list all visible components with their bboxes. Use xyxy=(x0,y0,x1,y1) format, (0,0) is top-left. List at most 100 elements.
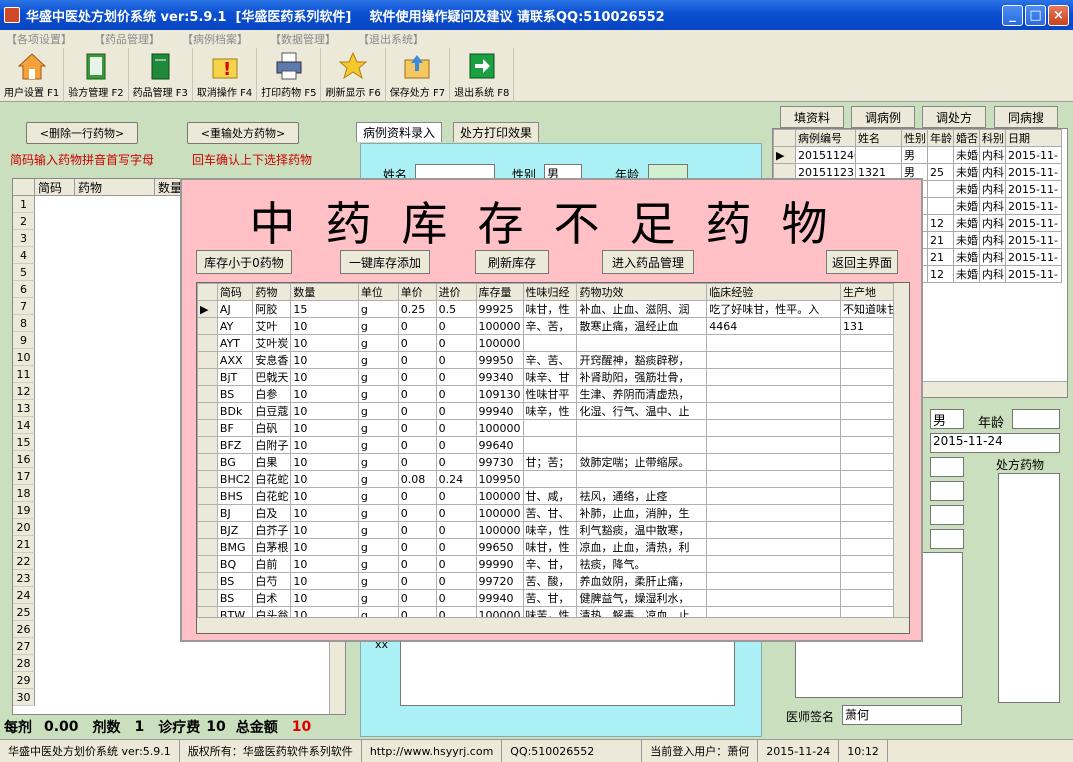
stock-row[interactable]: BFZ 白附子 10 g 0 0 99640 xyxy=(197,436,909,454)
row-number: 5 xyxy=(13,264,35,281)
right-field-1[interactable] xyxy=(930,457,964,477)
stock-cell xyxy=(706,521,842,539)
stock-cell: 0 xyxy=(435,334,477,352)
print-drugs-button[interactable]: 打印药物 F5 xyxy=(257,48,322,102)
stock-row[interactable]: AXX 安息香 10 g 0 0 99950 辛、苦、 开窍醒神，豁痰辟秽， xyxy=(197,351,909,369)
stock-cell: 10 xyxy=(290,487,359,505)
right-field-3[interactable] xyxy=(930,505,964,525)
doctor-sign-input[interactable]: 萧何 xyxy=(842,705,962,725)
case-col-header: 日期 xyxy=(1005,129,1062,147)
stock-cell: AY xyxy=(216,317,254,335)
stock-below-zero-button[interactable]: 库存小于0药物 xyxy=(196,250,292,274)
stock-cell: 0 xyxy=(397,368,437,386)
menu-data[interactable]: 【数据管理】 xyxy=(270,31,336,47)
right-age-field[interactable] xyxy=(1012,409,1060,429)
menu-cases[interactable]: 【病例档案】 xyxy=(182,31,248,47)
prescription-manage-button[interactable]: 验方管理 F2 xyxy=(64,48,129,102)
book-icon xyxy=(81,51,111,81)
right-field-2[interactable] xyxy=(930,481,964,501)
stock-row[interactable]: BQ 白前 10 g 0 0 99990 辛、甘， 祛痰，降气。 xyxy=(197,555,909,573)
low-stock-grid[interactable]: 简码 药物 数量 单位 单价 进价 库存量 性味归经 药物功效 临床经验 生产地 ▶ AJ 阿胶 15 g 0… xyxy=(196,282,910,634)
stock-cell: BjT xyxy=(216,368,254,386)
stock-row[interactable]: AY 艾叶 10 g 0 0 100000 辛、苦， 散寒止痛，温经止血 4464 131 xyxy=(197,317,909,335)
stock-row[interactable]: AYT 艾叶炭 10 g 0 0 100000 xyxy=(197,334,909,352)
stock-cell: 15 xyxy=(290,300,359,318)
stock-cell: 0 xyxy=(435,368,477,386)
refresh-stock-button[interactable]: 刷新库存 xyxy=(475,250,549,274)
stock-cell: 0 xyxy=(397,402,437,420)
open-drug-manage-button[interactable]: 进入药品管理 xyxy=(602,250,694,274)
stock-col-header: 库存量 xyxy=(475,283,524,301)
toolbar: 用户设置 F1 验方管理 F2 药品管理 F3 ! 取消操作 F4 打印药物 F… xyxy=(0,48,1073,102)
stock-row[interactable]: BJ 白及 10 g 0 0 100000 苦、甘、 补肺，止血，消肿，生 xyxy=(197,504,909,522)
load-case-button[interactable]: 调病例 xyxy=(851,106,915,128)
menu-drugs[interactable]: 【药品管理】 xyxy=(94,31,160,47)
stock-cell: 0 xyxy=(435,436,477,454)
stock-row[interactable]: BS 白芍 10 g 0 0 99720 苦、酸， 养血敛阴，柔肝止痛， xyxy=(197,572,909,590)
user-settings-button[interactable]: 用户设置 F1 xyxy=(0,48,65,102)
stock-cell xyxy=(576,470,708,488)
case-cell: 2015-11- xyxy=(1005,248,1062,266)
stock-row[interactable]: ▶ AJ 阿胶 15 g 0.25 0.5 99925 味甘，性 补血、止血、滋阴、润 吃了好味甘，… xyxy=(197,300,909,318)
right-field-4[interactable] xyxy=(930,529,964,549)
one-click-add-stock-button[interactable]: 一键库存添加 xyxy=(340,250,430,274)
close-button[interactable]: × xyxy=(1048,4,1069,26)
stock-cell: BG xyxy=(216,453,254,471)
stock-row[interactable]: BMG 白茅根 10 g 0 0 99650 味甘，性 凉血，止血，清热，利 xyxy=(197,538,909,556)
case-cell: 未婚 xyxy=(953,231,980,249)
refresh-display-button[interactable]: 刷新显示 F6 xyxy=(321,48,386,102)
tab-case-entry[interactable]: 病例资料录入 xyxy=(356,122,443,142)
menu-settings[interactable]: 【各项设置】 xyxy=(6,31,72,47)
menu-exit[interactable]: 【退出系统】 xyxy=(358,31,424,47)
drug-manage-button[interactable]: 药品管理 F3 xyxy=(129,48,193,102)
stock-cell: 100000 xyxy=(475,521,524,539)
total-value: 10 xyxy=(291,719,312,735)
save-prescription-button[interactable]: 保存处方 F7 xyxy=(386,48,451,102)
minimize-button[interactable]: _ xyxy=(1002,4,1023,26)
stock-row[interactable]: BDk 白豆蔻 10 g 0 0 99940 味辛，性 化湿、行气、温中、止 xyxy=(197,402,909,420)
stock-cell: 10 xyxy=(290,470,359,488)
low-stock-dialog: 中药库存不足药物 库存小于0药物 一键库存添加 刷新库存 进入药品管理 返回主界… xyxy=(180,178,923,642)
case-cell xyxy=(855,146,902,164)
stock-row[interactable]: BF 白矾 10 g 0 0 100000 xyxy=(197,419,909,437)
low-stock-grid-vscroll[interactable] xyxy=(893,283,909,617)
stock-row[interactable]: BjT 巴戟天 10 g 0 0 99340 味辛、甘 补肾助阳，强筋壮骨， xyxy=(197,368,909,386)
exit-system-button[interactable]: 退出系统 F8 xyxy=(450,48,515,102)
advice-textarea[interactable] xyxy=(400,640,735,706)
stock-row[interactable]: BJZ 白芥子 10 g 0 0 100000 味辛，性 利气豁痰，温中散寒， xyxy=(197,521,909,539)
cancel-operation-button[interactable]: ! 取消操作 F4 xyxy=(193,48,258,102)
stock-row[interactable]: BHS 白花蛇 10 g 0 0 100000 甘、咸， 祛风，通络，止痉 xyxy=(197,487,909,505)
row-number: 29 xyxy=(13,672,35,689)
case-cell: 12 xyxy=(927,265,954,283)
stock-cell: 白术 xyxy=(252,589,292,607)
stock-cell: 100000 xyxy=(475,419,524,437)
case-cell: 2015-11- xyxy=(1005,163,1062,181)
stock-row[interactable]: BS 白参 10 g 0 0 109130 性味甘平 生津、养阴而清虚热， xyxy=(197,385,909,403)
right-sex-field[interactable]: 男 xyxy=(930,409,964,429)
fill-info-button[interactable]: 填资料 xyxy=(780,106,844,128)
stock-row[interactable]: BG 白果 10 g 0 0 99730 甘；苦； 敛肺定喘；止带缩尿。 xyxy=(197,453,909,471)
case-row[interactable]: ▶2015112400男未婚内科2015-11- xyxy=(773,146,1062,164)
return-main-button[interactable]: 返回主界面 xyxy=(826,250,898,274)
stock-cell xyxy=(706,470,842,488)
low-stock-grid-hscroll[interactable] xyxy=(197,617,909,633)
stock-row[interactable]: BHC2 白花蛇 10 g 0.08 0.24 109950 xyxy=(197,470,909,488)
right-date-field[interactable]: 2015-11-24 xyxy=(930,433,1060,453)
col-drug: 药物 xyxy=(75,179,155,195)
tab-print-preview[interactable]: 处方打印效果 xyxy=(453,122,540,142)
stock-row[interactable]: BS 白术 10 g 0 0 99940 苦、甘， 健脾益气，燥湿利水， xyxy=(197,589,909,607)
stock-cell xyxy=(706,589,842,607)
stock-cell: BQ xyxy=(216,555,254,573)
stock-col-header: 数量 xyxy=(290,283,359,301)
stock-cell: BS xyxy=(216,572,254,590)
same-disease-search-button[interactable]: 同病搜 xyxy=(994,106,1058,128)
stock-cell: 甘；苦； xyxy=(522,453,578,471)
stock-cell: 0 xyxy=(435,504,477,522)
maximize-button[interactable]: □ xyxy=(1025,4,1046,26)
reinput-prescription-button[interactable]: <重输处方药物> xyxy=(187,122,299,144)
rx-drugs-box[interactable] xyxy=(998,473,1060,703)
row-number: 19 xyxy=(13,502,35,519)
load-prescription-button[interactable]: 调处方 xyxy=(922,106,986,128)
delete-row-button[interactable]: <删除一行药物> xyxy=(26,122,138,144)
case-cell: 2015-11- xyxy=(1005,146,1062,164)
